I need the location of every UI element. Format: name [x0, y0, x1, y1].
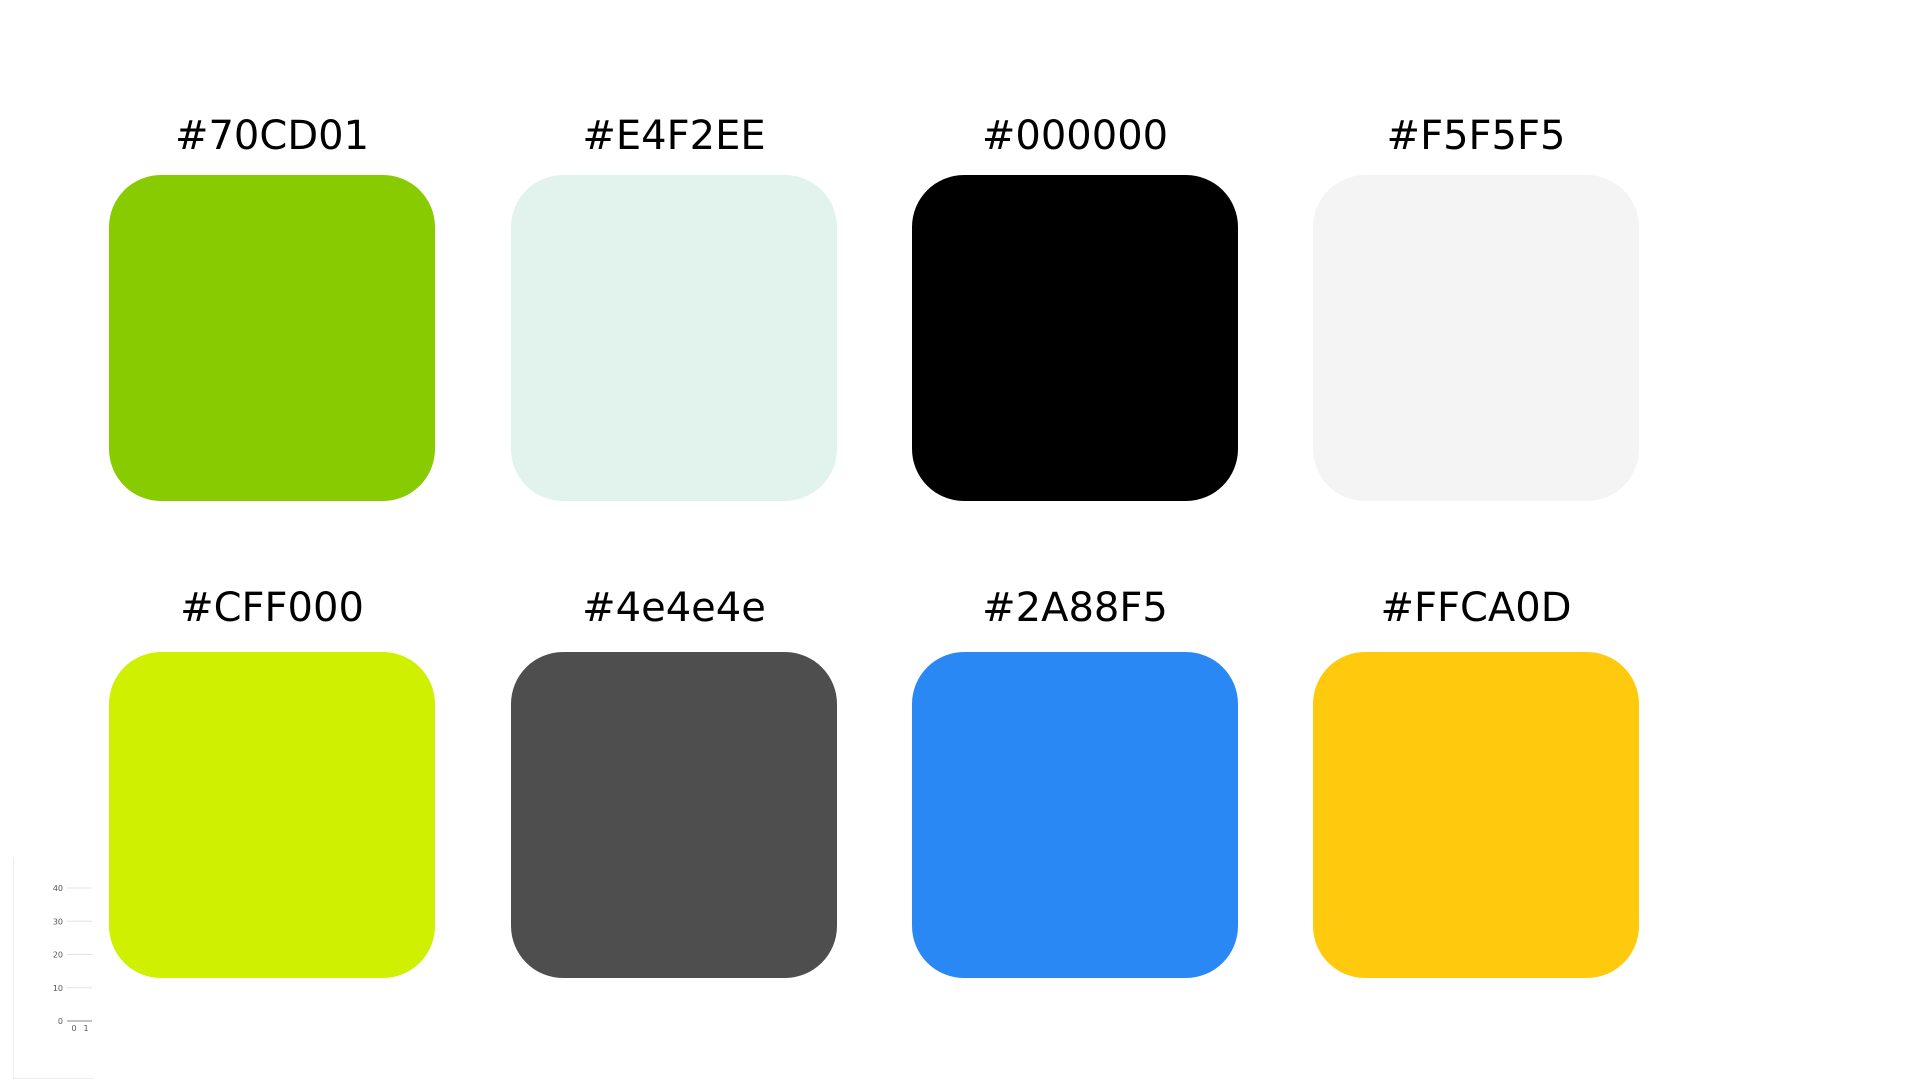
swatch-label: #2A88F5: [982, 585, 1168, 631]
swatch-label: #70CD01: [174, 113, 370, 159]
x-tick-label: 1: [83, 1024, 88, 1033]
color-swatch: [109, 175, 435, 501]
swatch-label: #FFCA0D: [1380, 585, 1572, 631]
color-swatch: [912, 175, 1238, 501]
y-tick-label: 10: [53, 984, 63, 993]
mini-chart-svg: 0102030400 1: [53, 884, 92, 1033]
swatch-label: #4e4e4e: [582, 585, 766, 631]
color-swatch: [109, 652, 435, 978]
y-tick-label: 40: [53, 884, 63, 893]
swatch-label: #F5F5F5: [1386, 113, 1566, 159]
y-tick-label: 30: [53, 917, 63, 926]
color-swatch: [1313, 175, 1639, 501]
swatch-label: #000000: [981, 113, 1169, 159]
color-palette: #70CD01 #E4F2EE #000000 #F5F5F5 #CFF000 …: [0, 0, 1920, 1080]
y-tick-label: 0: [58, 1017, 63, 1026]
y-tick-label: 20: [53, 951, 63, 960]
color-swatch: [912, 652, 1238, 978]
color-swatch: [511, 175, 837, 501]
x-tick-label: 0: [71, 1024, 76, 1033]
color-swatch: [511, 652, 837, 978]
mini-chart-thumbnail: 0 10 20 30 40 0 1: [13, 858, 94, 1079]
swatch-label: #CFF000: [180, 585, 364, 631]
swatch-label: #E4F2EE: [582, 113, 766, 159]
color-swatch: [1313, 652, 1639, 978]
